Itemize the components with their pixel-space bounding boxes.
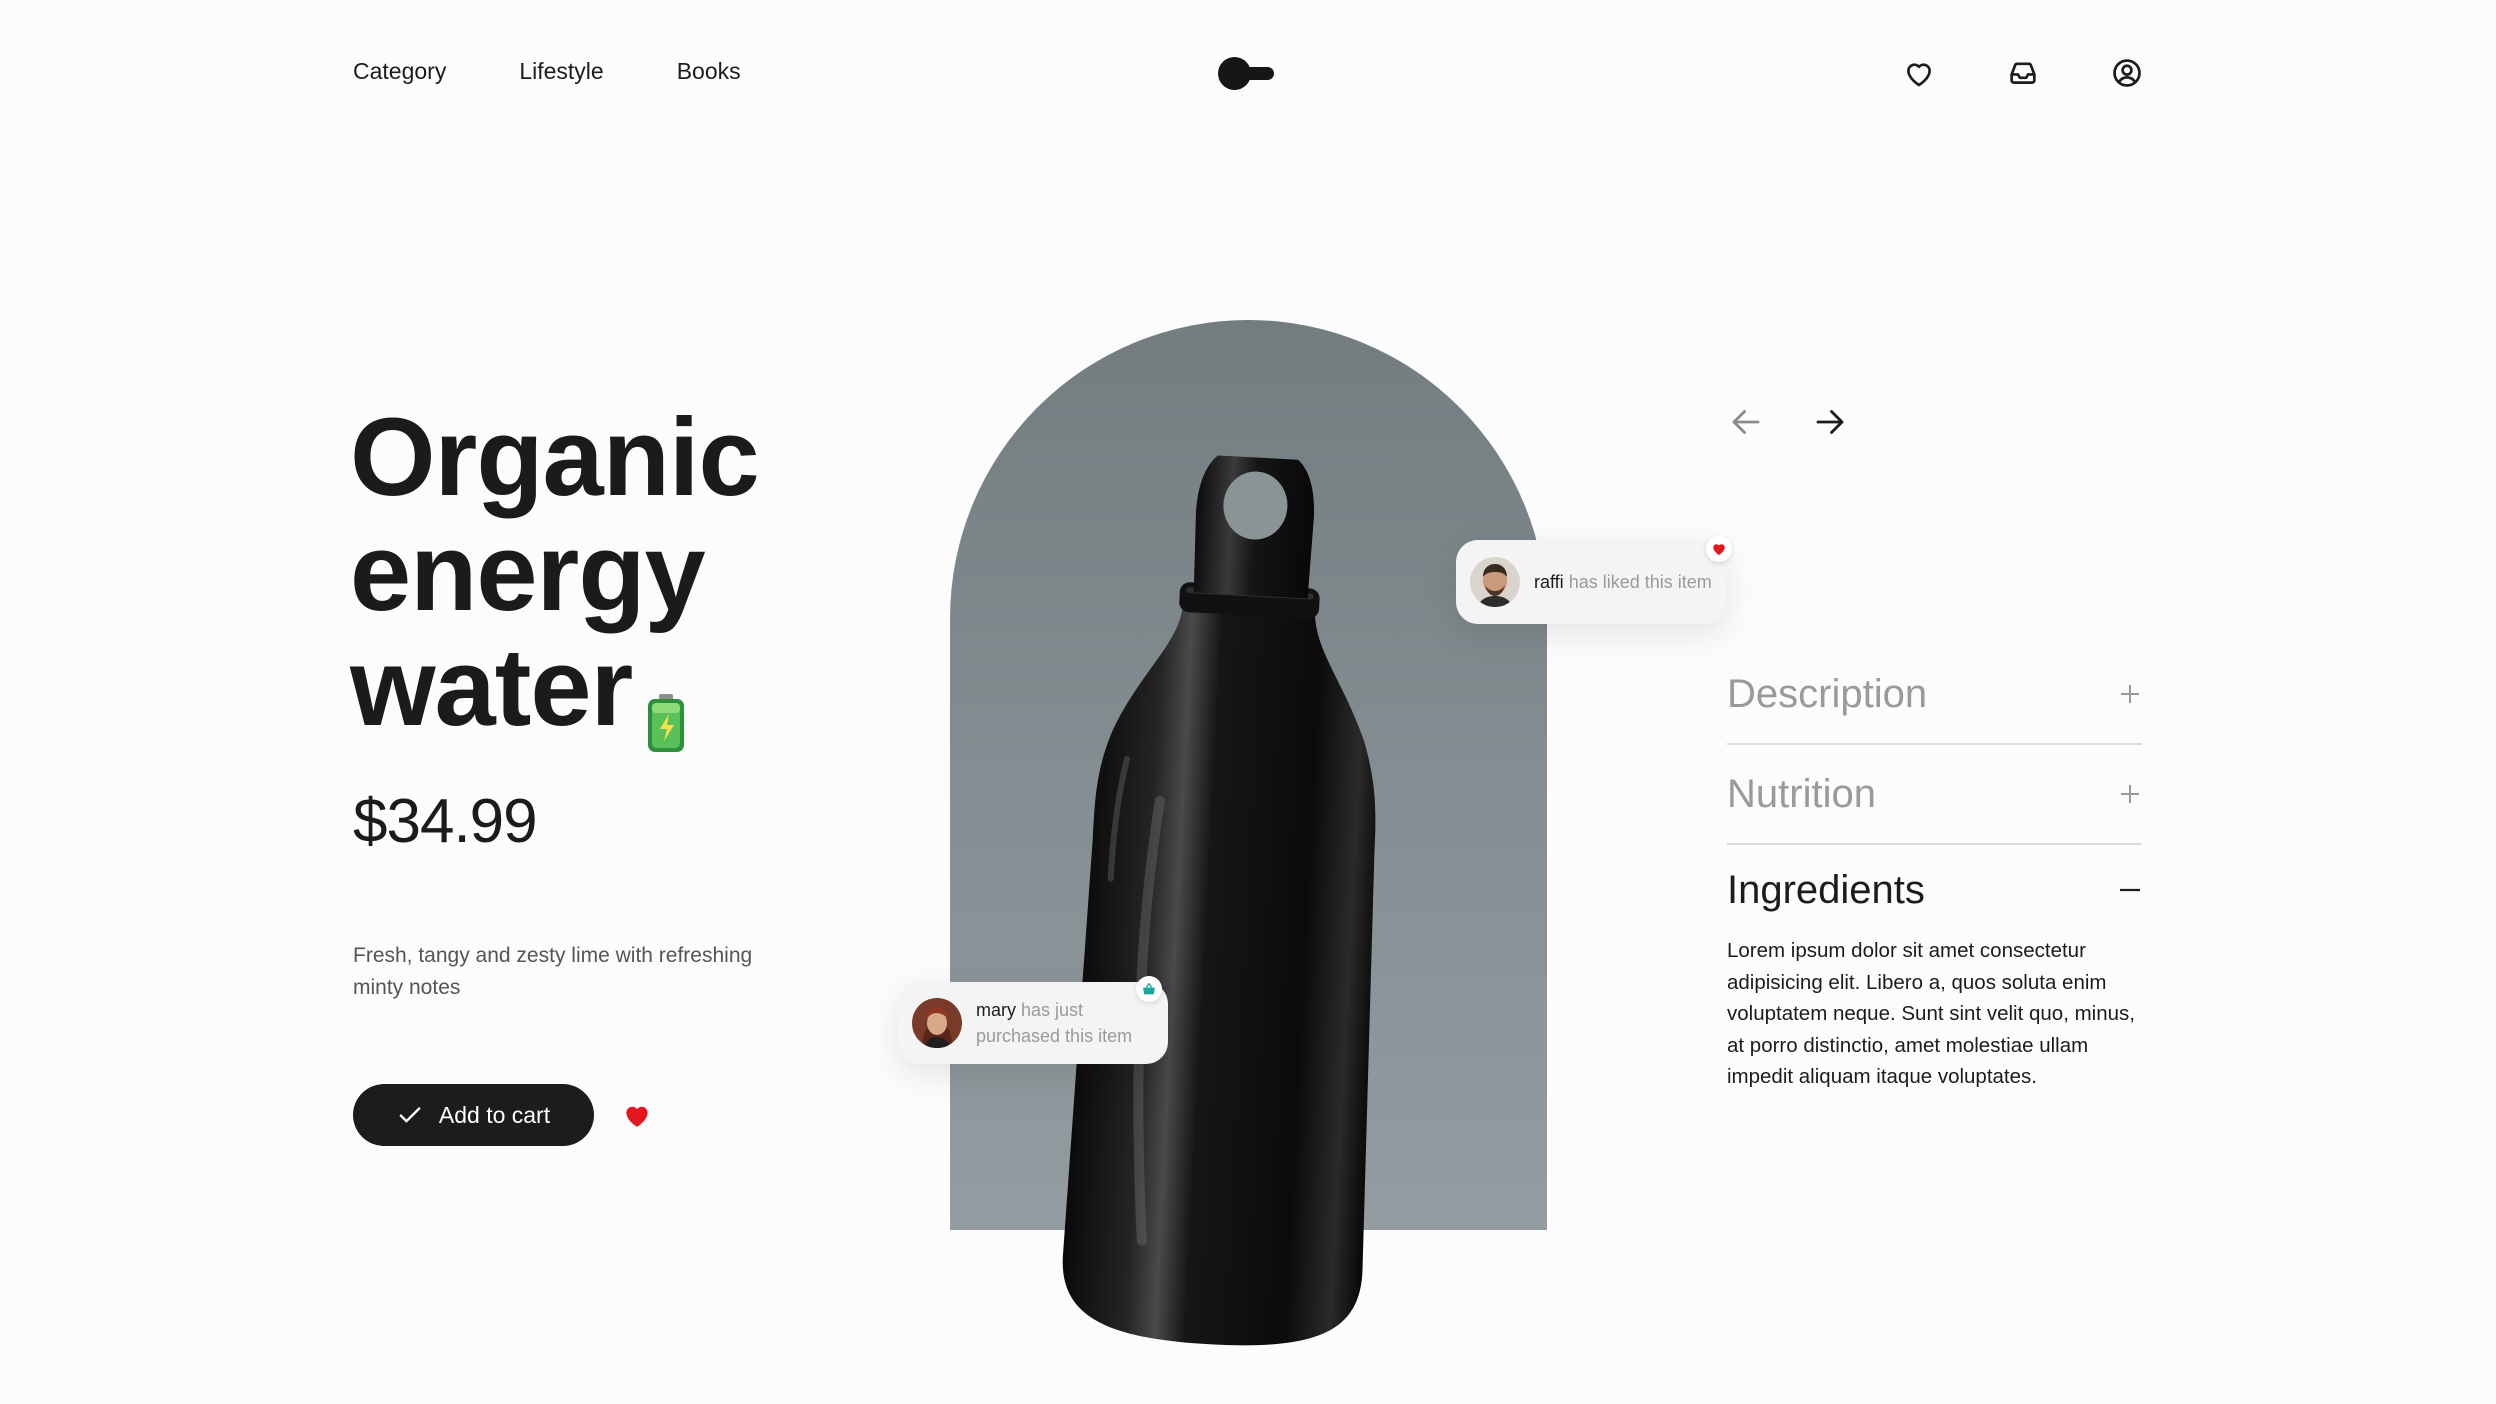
product-accordion: Description Nutrition Ingredients Lorem … xyxy=(1727,645,2142,1093)
like-badge-heart-icon xyxy=(1706,536,1732,562)
battery-icon xyxy=(646,658,686,752)
accordion-description-label: Description xyxy=(1727,671,1928,716)
nav-category[interactable]: Category xyxy=(353,58,446,85)
title-line-3: water xyxy=(350,626,633,749)
accordion-nutrition[interactable]: Nutrition xyxy=(1727,745,2142,845)
inbox-icon[interactable] xyxy=(2006,56,2040,90)
activity-purchase-chip: mary has just purchased this item xyxy=(898,976,1168,1064)
activity-like-user: raffi xyxy=(1534,572,1564,592)
accordion-ingredients[interactable]: Ingredients xyxy=(1727,845,2142,935)
minus-icon xyxy=(2120,888,2140,892)
water-bottle-image xyxy=(1062,455,1376,1346)
next-arrow-icon[interactable] xyxy=(1812,404,1848,440)
title-line-1: Organic xyxy=(350,396,760,519)
previous-arrow-icon[interactable] xyxy=(1728,404,1764,440)
activity-purchase-user: mary xyxy=(976,1000,1016,1020)
top-nav: Category Lifestyle Books xyxy=(353,58,741,85)
plus-icon xyxy=(2121,785,2139,803)
brand-logo[interactable] xyxy=(1218,55,1276,91)
avatar-raffi xyxy=(1470,557,1520,607)
purchase-badge-basket-icon xyxy=(1136,976,1162,1002)
favorite-heart-icon[interactable] xyxy=(622,1100,652,1130)
accordion-nutrition-label: Nutrition xyxy=(1727,771,1876,816)
nav-lifestyle[interactable]: Lifestyle xyxy=(519,58,603,85)
product-price: $34.99 xyxy=(353,787,538,856)
add-to-cart-label: Add to cart xyxy=(438,1101,551,1128)
add-to-cart-button[interactable]: Add to cart xyxy=(353,1084,594,1146)
logo-bar xyxy=(1240,67,1274,80)
activity-like-text: raffi has liked this item xyxy=(1534,569,1712,595)
activity-like-chip: raffi has liked this item xyxy=(1456,536,1732,624)
accordion-ingredients-label: Ingredients xyxy=(1727,867,1925,912)
avatar-mary xyxy=(912,998,962,1048)
nav-books[interactable]: Books xyxy=(677,58,741,85)
title-line-2: energy xyxy=(350,511,706,634)
check-icon xyxy=(399,1107,421,1123)
title-line-3-wrap: water xyxy=(350,630,870,752)
activity-like-message: has liked this item xyxy=(1563,572,1712,592)
product-title: Organic energy water xyxy=(350,396,870,752)
product-tagline: Fresh, tangy and zesty lime with refresh… xyxy=(353,944,753,999)
accordion-description[interactable]: Description xyxy=(1727,645,2142,745)
ingredients-description: Lorem ipsum dolor sit amet consectetur a… xyxy=(1727,939,2135,1088)
plus-icon xyxy=(2121,685,2139,703)
wishlist-heart-icon[interactable] xyxy=(1902,56,1936,90)
product-page: Category Lifestyle Books Organic energy … xyxy=(0,0,2496,1404)
user-account-icon[interactable] xyxy=(2110,56,2144,90)
activity-purchase-text: mary has just purchased this item xyxy=(976,997,1168,1049)
